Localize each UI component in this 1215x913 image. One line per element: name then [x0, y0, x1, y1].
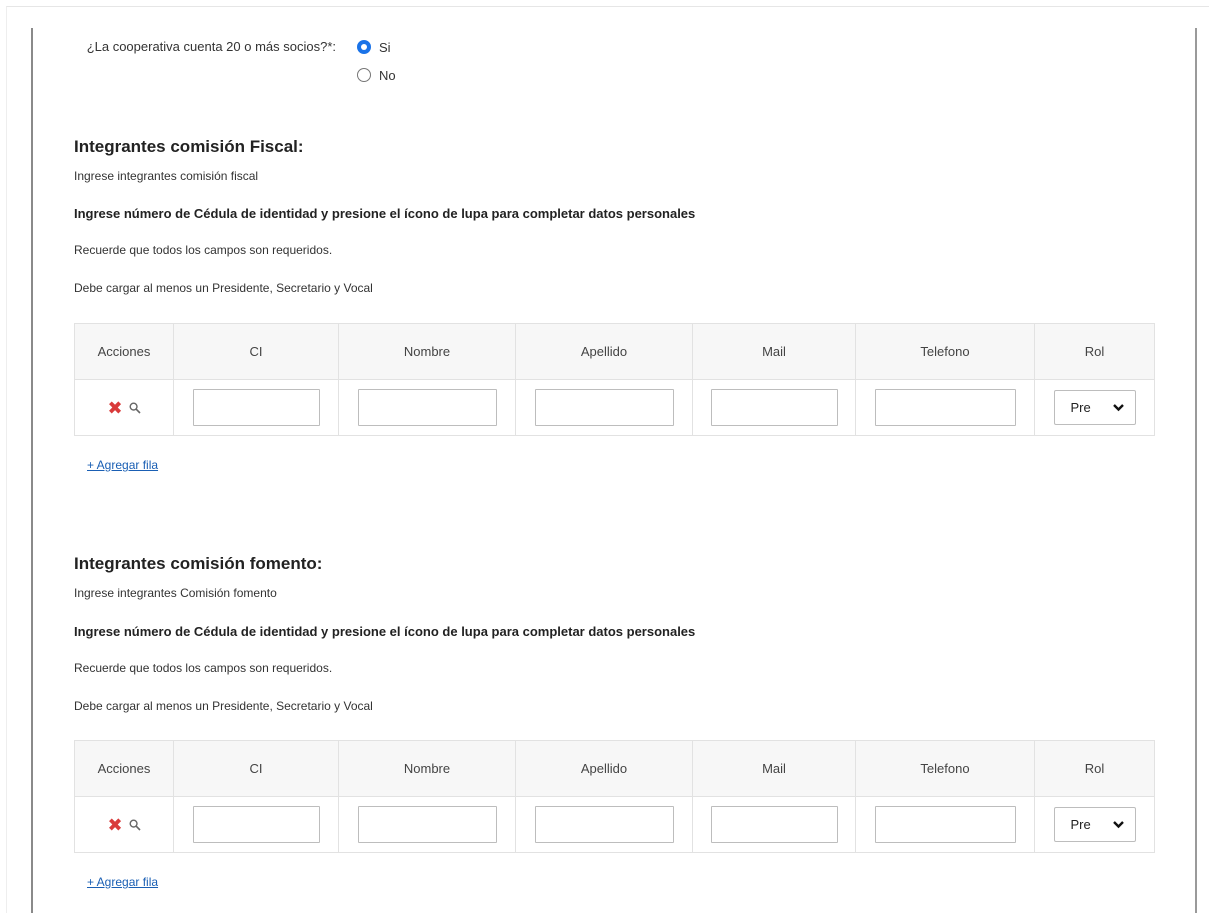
table-header-row: Acciones CI Nombre Apellido Mail Telefon… — [74, 740, 1155, 797]
ci-input[interactable] — [192, 389, 320, 426]
actions-group: ✖ — [75, 816, 173, 834]
role-select-value: Pre — [1070, 817, 1091, 832]
fomento-instruction: Ingrese número de Cédula de identidad y … — [74, 624, 696, 639]
delete-icon[interactable]: ✖ — [107, 399, 122, 417]
fiscal-title: Integrantes comisión Fiscal: — [74, 137, 304, 156]
role-select[interactable]: Pre — [1053, 390, 1136, 425]
nombre-input[interactable] — [357, 806, 497, 843]
fomento-note-roles: Debe cargar al menos un Presidente, Secr… — [74, 699, 373, 713]
nombre-cell — [338, 379, 516, 436]
apellido-cell — [515, 379, 693, 436]
role-select[interactable]: Pre — [1053, 807, 1136, 842]
fiscal-note-required: Recuerde que todos los campos son requer… — [74, 243, 333, 257]
ci-input[interactable] — [192, 806, 320, 843]
column-header-acciones: Acciones — [74, 740, 174, 797]
actions-cell: ✖ — [74, 796, 174, 853]
fomento-table: Acciones CI Nombre Apellido Mail Telefon… — [74, 740, 1155, 853]
radio-button-no[interactable] — [357, 68, 371, 82]
column-header-apellido: Apellido — [515, 323, 693, 380]
mail-input[interactable] — [710, 806, 838, 843]
fomento-subtitle: Ingrese integrantes Comisión fomento — [74, 586, 277, 600]
mail-cell — [692, 379, 856, 436]
table-row: ✖ Pre — [74, 379, 1155, 436]
fiscal-note-roles: Debe cargar al menos un Presidente, Secr… — [74, 281, 373, 295]
chevron-down-icon — [1112, 404, 1124, 412]
apellido-cell — [515, 796, 693, 853]
partners-question-label: ¿La cooperativa cuenta 20 o más socios?*… — [86, 39, 336, 54]
rol-cell: Pre — [1034, 379, 1155, 436]
role-select-value: Pre — [1070, 400, 1091, 415]
column-header-telefono: Telefono — [855, 740, 1035, 797]
column-header-mail: Mail — [692, 740, 856, 797]
radio-label-si: Si — [379, 39, 391, 55]
fomento-note-required: Recuerde que todos los campos son requer… — [74, 661, 333, 675]
partners-radio-group: Si No — [357, 37, 396, 93]
column-header-nombre: Nombre — [338, 323, 516, 380]
nombre-cell — [338, 796, 516, 853]
rol-cell: Pre — [1034, 796, 1155, 853]
search-icon[interactable] — [129, 401, 141, 414]
delete-icon[interactable]: ✖ — [107, 816, 122, 834]
column-header-acciones: Acciones — [74, 323, 174, 380]
column-header-apellido: Apellido — [515, 740, 693, 797]
table-row: ✖ Pre — [74, 796, 1155, 853]
telefono-input[interactable] — [874, 806, 1016, 843]
column-header-nombre: Nombre — [338, 740, 516, 797]
fiscal-subtitle: Ingrese integrantes comisión fiscal — [74, 169, 259, 183]
chevron-down-icon — [1112, 821, 1124, 829]
ci-cell — [173, 796, 339, 853]
fomento-title: Integrantes comisión fomento: — [74, 554, 323, 573]
fomento-add-row-link[interactable]: + Agregar fila — [87, 875, 158, 889]
telefono-cell — [855, 796, 1035, 853]
left-border — [31, 28, 33, 913]
radio-button-si[interactable] — [357, 40, 371, 54]
table-header-row: Acciones CI Nombre Apellido Mail Telefon… — [74, 323, 1155, 380]
column-header-rol: Rol — [1034, 740, 1155, 797]
mail-cell — [692, 796, 856, 853]
right-border — [1195, 28, 1197, 913]
column-header-telefono: Telefono — [855, 323, 1035, 380]
ci-cell — [173, 379, 339, 436]
column-header-ci: CI — [173, 323, 339, 380]
actions-group: ✖ — [75, 399, 173, 417]
column-header-rol: Rol — [1034, 323, 1155, 380]
actions-cell: ✖ — [74, 379, 174, 436]
radio-label-no: No — [379, 67, 396, 83]
telefono-input[interactable] — [874, 389, 1016, 426]
fiscal-table: Acciones CI Nombre Apellido Mail Telefon… — [74, 323, 1155, 436]
fiscal-instruction: Ingrese número de Cédula de identidad y … — [74, 206, 696, 221]
nombre-input[interactable] — [357, 389, 497, 426]
radio-option-si[interactable]: Si — [357, 37, 396, 57]
telefono-cell — [855, 379, 1035, 436]
search-icon[interactable] — [129, 818, 141, 831]
apellido-input[interactable] — [534, 806, 674, 843]
fiscal-section: Integrantes comisión Fiscal: Ingrese int… — [74, 136, 1155, 481]
column-header-ci: CI — [173, 740, 339, 797]
fomento-section: Integrantes comisión fomento: Ingrese in… — [74, 553, 1155, 898]
column-header-mail: Mail — [692, 323, 856, 380]
mail-input[interactable] — [710, 389, 838, 426]
apellido-input[interactable] — [534, 389, 674, 426]
fiscal-add-row-link[interactable]: + Agregar fila — [87, 458, 158, 472]
radio-option-no[interactable]: No — [357, 65, 396, 85]
